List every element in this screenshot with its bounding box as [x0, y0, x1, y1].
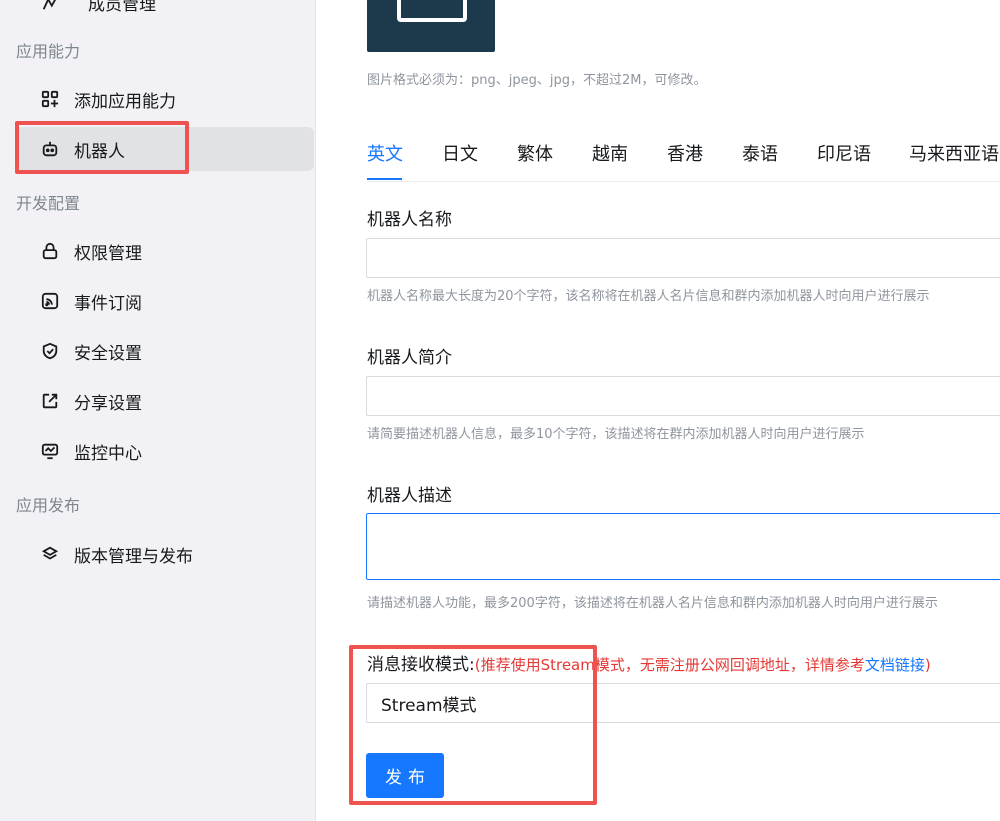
robot-name-label: 机器人名称	[367, 210, 452, 230]
robot-icon	[40, 139, 60, 159]
language-tabs: 英文 日文 繁体 越南 香港 泰语 印尼语 马来西亚语	[367, 132, 1000, 182]
monitor-icon	[40, 441, 60, 461]
sidebar-item-label: 监控中心	[74, 443, 142, 464]
tab-indonesian[interactable]: 印尼语	[817, 140, 871, 166]
publish-button[interactable]: 发布	[366, 753, 444, 798]
message-mode-recommendation-end: )	[924, 656, 931, 674]
sidebar-item-robot[interactable]: 机器人	[16, 127, 314, 171]
message-mode-title: 消息接收模式:	[367, 655, 475, 675]
group-title-app-capability: 应用能力	[16, 42, 81, 61]
sidebar-item-label: 分享设置	[74, 393, 142, 414]
message-mode-recommendation: (推荐使用Stream模式，无需注册公网回调地址，详情参考	[474, 656, 865, 674]
sidebar-item-permission[interactable]: 权限管理	[16, 229, 314, 273]
main-content: 图片格式必须为：png、jpeg、jpg，不超过2M，可修改。 英文 日文 繁体…	[317, 0, 1000, 821]
tab-english[interactable]: 英文	[367, 140, 403, 166]
tab-japanese[interactable]: 日文	[442, 140, 478, 166]
group-title-dev-config: 开发配置	[16, 194, 81, 213]
sidebar-item-label: 权限管理	[74, 243, 142, 264]
sidebar-item-label: 安全设置	[74, 343, 142, 364]
sidebar-item-label: 成员管理	[88, 0, 156, 15]
robot-intro-input[interactable]	[366, 376, 1000, 416]
doc-link[interactable]: 文档链接	[865, 656, 925, 674]
sidebar-item-label: 机器人	[74, 141, 125, 162]
robot-name-hint: 机器人名称最大长度为20个字符，该名称将在机器人名片信息和群内添加机器人时向用户…	[367, 289, 930, 304]
message-mode-select[interactable]: Stream模式	[366, 683, 1000, 723]
sidebar-item-share[interactable]: 分享设置	[16, 379, 314, 423]
sidebar-item-version[interactable]: 版本管理与发布	[16, 532, 314, 576]
robot-intro-hint: 请简要描述机器人信息，最多10个字符，该描述将在群内添加机器人时向用户进行展示	[367, 427, 865, 442]
book-icon	[397, 0, 467, 22]
group-title-app-release: 应用发布	[16, 496, 81, 515]
sidebar: 成员管理 应用能力 添加应用能力 机器人 开发配置 权限管理 事件订阅 安全设置…	[0, 0, 316, 821]
robot-name-input[interactable]	[366, 238, 1000, 278]
tab-malay[interactable]: 马来西亚语	[909, 140, 999, 166]
lock-icon	[40, 241, 60, 261]
sidebar-item-label: 添加应用能力	[74, 91, 176, 112]
sidebar-item-label: 版本管理与发布	[74, 546, 193, 567]
tab-traditional[interactable]: 繁体	[517, 140, 553, 166]
shield-icon	[40, 341, 60, 361]
tab-thai[interactable]: 泰语	[742, 140, 778, 166]
sidebar-item-members[interactable]: 成员管理	[40, 0, 156, 15]
members-icon	[40, 0, 60, 13]
rss-icon	[40, 291, 60, 311]
robot-intro-label: 机器人简介	[367, 348, 452, 368]
apps-add-icon	[40, 89, 60, 109]
sidebar-item-label: 事件订阅	[74, 293, 142, 314]
active-tab-indicator	[367, 178, 402, 180]
robot-desc-textarea[interactable]	[366, 513, 1000, 580]
sidebar-item-add-capability[interactable]: 添加应用能力	[16, 77, 314, 121]
tab-hongkong[interactable]: 香港	[667, 140, 703, 166]
sidebar-item-monitor[interactable]: 监控中心	[16, 429, 314, 473]
sidebar-item-event[interactable]: 事件订阅	[16, 279, 314, 323]
message-mode-label: 消息接收模式:(推荐使用Stream模式，无需注册公网回调地址，详情参考文档链接…	[367, 650, 931, 675]
tab-vietnamese[interactable]: 越南	[592, 140, 628, 166]
image-format-hint: 图片格式必须为：png、jpeg、jpg，不超过2M，可修改。	[367, 73, 707, 88]
sidebar-item-security[interactable]: 安全设置	[16, 329, 314, 373]
layers-icon	[40, 544, 60, 564]
share-icon	[40, 391, 60, 411]
robot-desc-hint: 请描述机器人功能，最多200字符，该描述将在机器人名片信息和群内添加机器人时向用…	[367, 596, 938, 611]
robot-desc-label: 机器人描述	[367, 486, 452, 506]
robot-avatar-image[interactable]	[367, 0, 495, 52]
